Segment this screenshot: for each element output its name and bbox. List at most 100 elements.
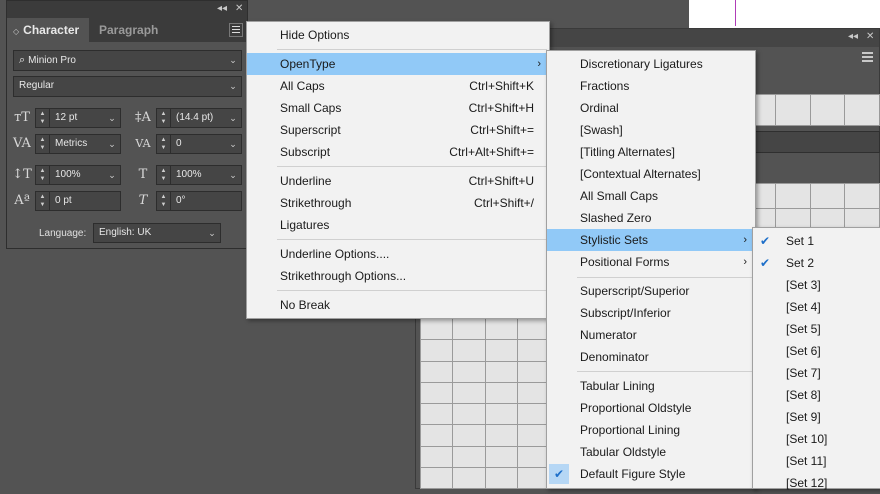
tab-paragraph[interactable]: Paragraph (93, 18, 173, 42)
menu-item-label: [Set 10] (786, 432, 828, 446)
stepper-icon[interactable]: ▲ ▼ (36, 135, 50, 153)
menu-item-default-figure-style[interactable]: ✔ Default Figure Style (547, 463, 755, 485)
menu-item-set-9[interactable]: [Set 9] (753, 406, 880, 428)
baseline-shift-icon: Aª (14, 193, 30, 208)
menu-item-subscript-inferior[interactable]: Subscript/Inferior (547, 302, 755, 324)
baseline-shift-value: 0 pt (55, 195, 72, 206)
background-field[interactable] (745, 131, 880, 153)
menu-item-slashed-zero[interactable]: Slashed Zero (547, 207, 755, 229)
stepper-icon[interactable]: ▲ ▼ (36, 166, 50, 184)
menu-item-set-3[interactable]: [Set 3] (753, 274, 880, 296)
kerning-field[interactable]: ▲ ▼ Metrics ⌄ (35, 134, 121, 154)
tab-character[interactable]: ◇ Character (7, 18, 89, 42)
menu-item-label: [Set 5] (786, 322, 821, 336)
menu-item-set-6[interactable]: [Set 6] (753, 340, 880, 362)
menu-item-label: Tabular Oldstyle (580, 445, 667, 459)
menu-item-underline[interactable]: Underline Ctrl+Shift+U (247, 170, 549, 192)
panel-menu-icon[interactable] (862, 52, 873, 64)
chevron-down-icon[interactable]: ⌄ (204, 224, 220, 242)
menu-item-fractions[interactable]: Fractions (547, 75, 755, 97)
menu-item-ordinal[interactable]: Ordinal (547, 97, 755, 119)
horizontal-scale-field[interactable]: ▲ ▼ 100% ⌄ (156, 165, 242, 185)
language-select[interactable]: English: UK ⌄ (93, 223, 221, 243)
menu-item-opentype[interactable]: OpenType › (247, 53, 549, 75)
menu-item-tabular-oldstyle[interactable]: Tabular Oldstyle (547, 441, 755, 463)
chevron-down-icon[interactable]: ⌄ (225, 109, 241, 127)
menu-item-discretionary-ligatures[interactable]: Discretionary Ligatures (547, 53, 755, 75)
menu-item-titling-alternates[interactable]: [Titling Alternates] (547, 141, 755, 163)
menu-item-superscript[interactable]: Superscript Ctrl+Shift+= (247, 119, 549, 141)
menu-item-label: Superscript (280, 123, 341, 137)
collapse-icon[interactable]: ◂◂ (217, 3, 227, 14)
panel-menu-button[interactable] (229, 23, 243, 37)
skew-field[interactable]: ▲ ▼ 0° (156, 191, 242, 211)
menu-item-all-caps[interactable]: All Caps Ctrl+Shift+K (247, 75, 549, 97)
menu-item-set-2[interactable]: ✔ Set 2 (753, 252, 880, 274)
menu-item-label: Superscript/Superior (580, 284, 690, 298)
menu-item-shortcut: Ctrl+Shift+= (470, 123, 534, 137)
stepper-icon[interactable]: ▲ ▼ (36, 109, 50, 127)
menu-item-ligatures[interactable]: Ligatures (247, 214, 549, 236)
menu-item-strikethrough-options[interactable]: Strikethrough Options... (247, 265, 549, 287)
font-family-field[interactable]: ⌕ Minion Pro ⌄ (13, 50, 242, 71)
menu-item-shortcut: Ctrl+Shift+U (468, 174, 534, 188)
stepper-icon[interactable]: ▲ ▼ (157, 192, 171, 210)
chevron-down-icon[interactable]: ⌄ (104, 135, 120, 153)
menu-item-underline-options[interactable]: Underline Options.... (247, 243, 549, 265)
menu-item-set-12[interactable]: [Set 12] (753, 472, 880, 494)
menu-item-set-1[interactable]: ✔ Set 1 (753, 230, 880, 252)
menu-item-label: OpenType (280, 57, 336, 71)
menu-item-subscript[interactable]: Subscript Ctrl+Alt+Shift+= (247, 141, 549, 163)
menu-item-set-4[interactable]: [Set 4] (753, 296, 880, 318)
tracking-field[interactable]: ▲ ▼ 0 ⌄ (156, 134, 242, 154)
menu-item-shortcut: Ctrl+Shift+K (469, 79, 534, 93)
font-size-field[interactable]: ▲ ▼ 12 pt ⌄ (35, 108, 121, 128)
leading-field[interactable]: ▲ ▼ (14.4 pt) ⌄ (156, 108, 242, 128)
menu-item-proportional-oldstyle[interactable]: Proportional Oldstyle (547, 397, 755, 419)
menu-item-swash[interactable]: [Swash] (547, 119, 755, 141)
panel-tabs: ◇ Character Paragraph (7, 18, 247, 42)
vertical-scale-field[interactable]: ▲ ▼ 100% ⌄ (35, 165, 121, 185)
leading-value: (14.4 pt) (176, 112, 214, 123)
menu-item-label: Set 1 (786, 234, 815, 248)
chevron-down-icon[interactable]: ⌄ (104, 109, 120, 127)
stepper-icon[interactable]: ▲ ▼ (157, 109, 171, 127)
menu-item-set-7[interactable]: [Set 7] (753, 362, 880, 384)
collapse-icon[interactable]: ◂◂ (848, 31, 858, 42)
menu-item-proportional-lining[interactable]: Proportional Lining (547, 419, 755, 441)
document-guide-line (735, 0, 736, 26)
menu-item-no-break[interactable]: No Break (247, 294, 549, 316)
menu-item-small-caps[interactable]: Small Caps Ctrl+Shift+H (247, 97, 549, 119)
close-icon[interactable]: ✕ (866, 31, 874, 42)
stepper-icon[interactable]: ▲ ▼ (157, 135, 171, 153)
menu-item-all-small-caps[interactable]: All Small Caps (547, 185, 755, 207)
horizontal-scale-icon: T (138, 167, 148, 182)
menu-item-superscript-superior[interactable]: Superscript/Superior (547, 280, 755, 302)
menu-item-label: Discretionary Ligatures (580, 57, 703, 71)
menu-item-set-11[interactable]: [Set 11] (753, 450, 880, 472)
close-icon[interactable]: ✕ (235, 3, 243, 14)
menu-item-strikethrough[interactable]: Strikethrough Ctrl+Shift+/ (247, 192, 549, 214)
chevron-down-icon[interactable]: ⌄ (225, 51, 241, 69)
chevron-down-icon[interactable]: ⌄ (104, 166, 120, 184)
stepper-icon[interactable]: ▲ ▼ (36, 192, 50, 210)
menu-item-denominator[interactable]: Denominator (547, 346, 755, 368)
chevron-down-icon[interactable]: ⌄ (225, 166, 241, 184)
chevron-down-icon[interactable]: ⌄ (225, 135, 241, 153)
menu-item-set-10[interactable]: [Set 10] (753, 428, 880, 450)
stepper-icon[interactable]: ▲ ▼ (157, 166, 171, 184)
menu-item-stylistic-sets[interactable]: Stylistic Sets › (547, 229, 755, 251)
menu-item-numerator[interactable]: Numerator (547, 324, 755, 346)
menu-item-hide-options[interactable]: Hide Options (247, 24, 549, 46)
menu-item-label: Fractions (580, 79, 630, 93)
font-style-field[interactable]: Regular ⌄ (13, 76, 242, 97)
chevron-down-icon[interactable]: ⌄ (225, 77, 241, 95)
menu-item-contextual-alternates[interactable]: [Contextual Alternates] (547, 163, 755, 185)
menu-item-positional-forms[interactable]: Positional Forms › (547, 251, 755, 273)
menu-item-label: Subscript/Inferior (580, 306, 671, 320)
baseline-shift-field[interactable]: ▲ ▼ 0 pt (35, 191, 121, 211)
menu-item-label: Positional Forms (580, 255, 670, 269)
menu-item-set-8[interactable]: [Set 8] (753, 384, 880, 406)
menu-item-tabular-lining[interactable]: Tabular Lining (547, 375, 755, 397)
menu-item-set-5[interactable]: [Set 5] (753, 318, 880, 340)
